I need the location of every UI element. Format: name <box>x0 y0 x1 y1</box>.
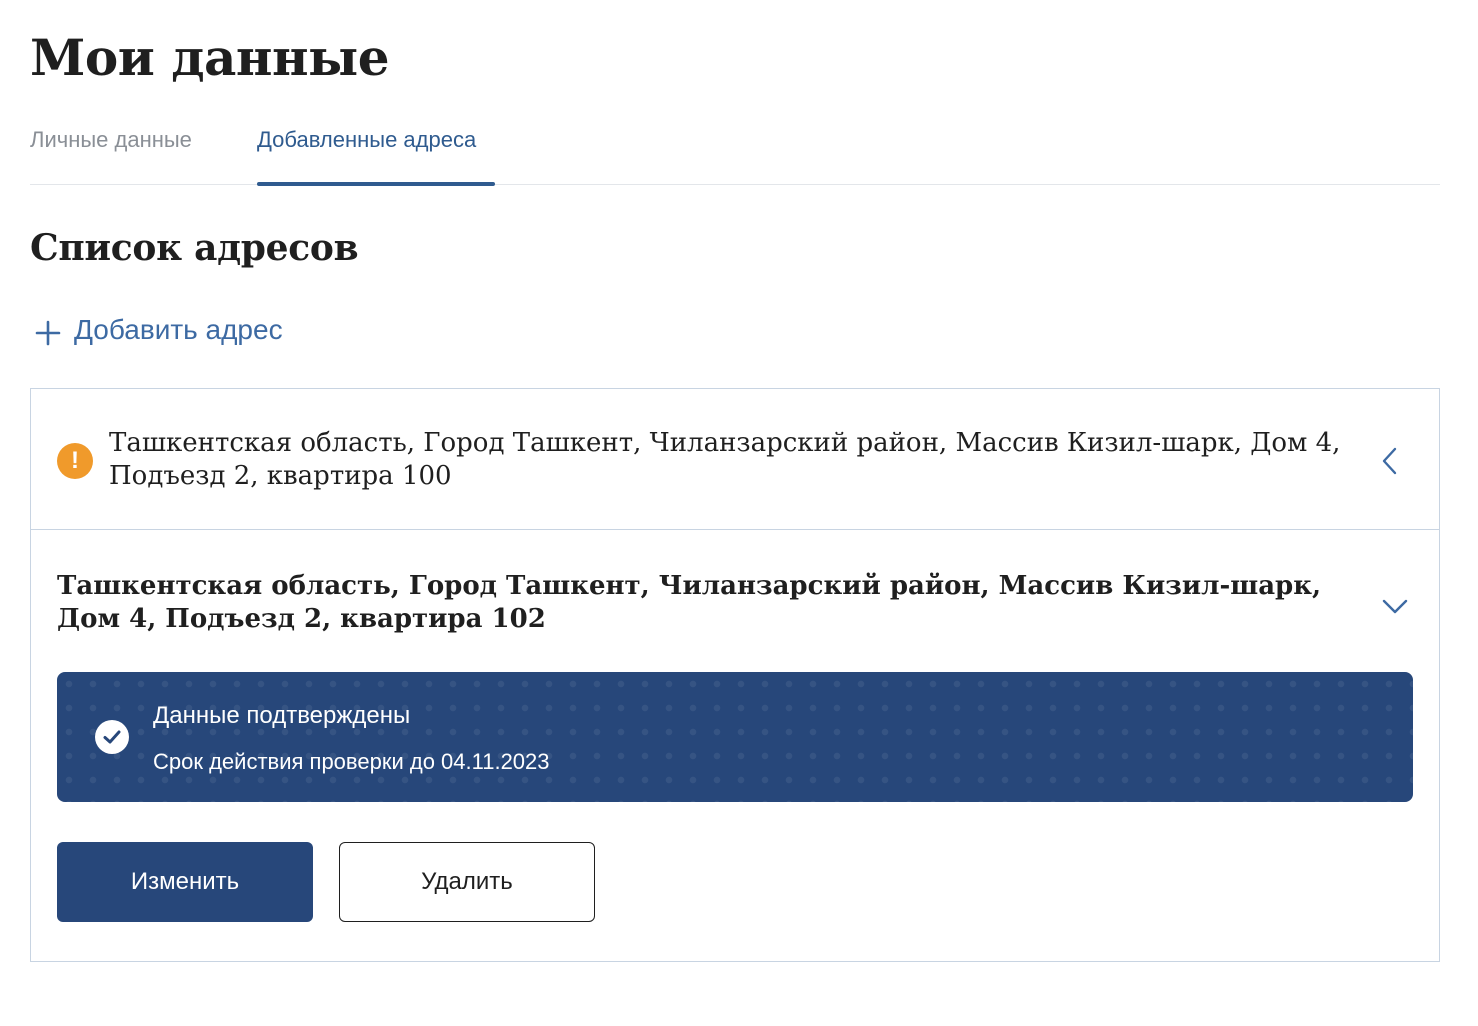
address-item-header[interactable]: Ташкентская область, Город Ташкент, Чила… <box>31 530 1439 650</box>
add-address-button[interactable]: Добавить адрес <box>34 308 283 352</box>
chevron-left-icon[interactable] <box>1379 445 1399 477</box>
tab-personal-data[interactable]: Личные данные <box>30 120 192 184</box>
page-title: Мои данные <box>30 28 390 87</box>
verification-status-banner: Данные подтверждены Срок действия провер… <box>57 672 1413 802</box>
warning-icon: ! <box>57 443 93 479</box>
check-icon <box>95 720 129 754</box>
tabs: Личные данные Добавленные адреса <box>30 120 1440 186</box>
address-item-expanded: Ташкентская область, Город Ташкент, Чила… <box>31 530 1439 961</box>
status-expiry: Срок действия проверки до 04.11.2023 <box>153 749 550 774</box>
section-title: Список адресов <box>30 227 359 269</box>
address-text: Ташкентская область, Город Ташкент, Чила… <box>57 571 1322 634</box>
tab-added-addresses[interactable]: Добавленные адреса <box>257 120 476 184</box>
delete-button[interactable]: Удалить <box>339 842 595 922</box>
page: Мои данные Личные данные Добавленные адр… <box>0 0 1478 1026</box>
edit-button[interactable]: Изменить <box>57 842 313 922</box>
chevron-down-icon[interactable] <box>1381 598 1409 616</box>
plus-icon <box>34 316 62 346</box>
address-text: Ташкентская область, Город Ташкент, Чила… <box>109 428 1341 491</box>
active-tab-indicator <box>257 182 495 186</box>
status-title: Данные подтверждены <box>153 702 411 729</box>
address-list: ! Ташкентская область, Город Ташкент, Чи… <box>30 388 1440 962</box>
add-address-label: Добавить адрес <box>74 314 283 345</box>
address-item-collapsed[interactable]: ! Ташкентская область, Город Ташкент, Чи… <box>31 389 1439 530</box>
